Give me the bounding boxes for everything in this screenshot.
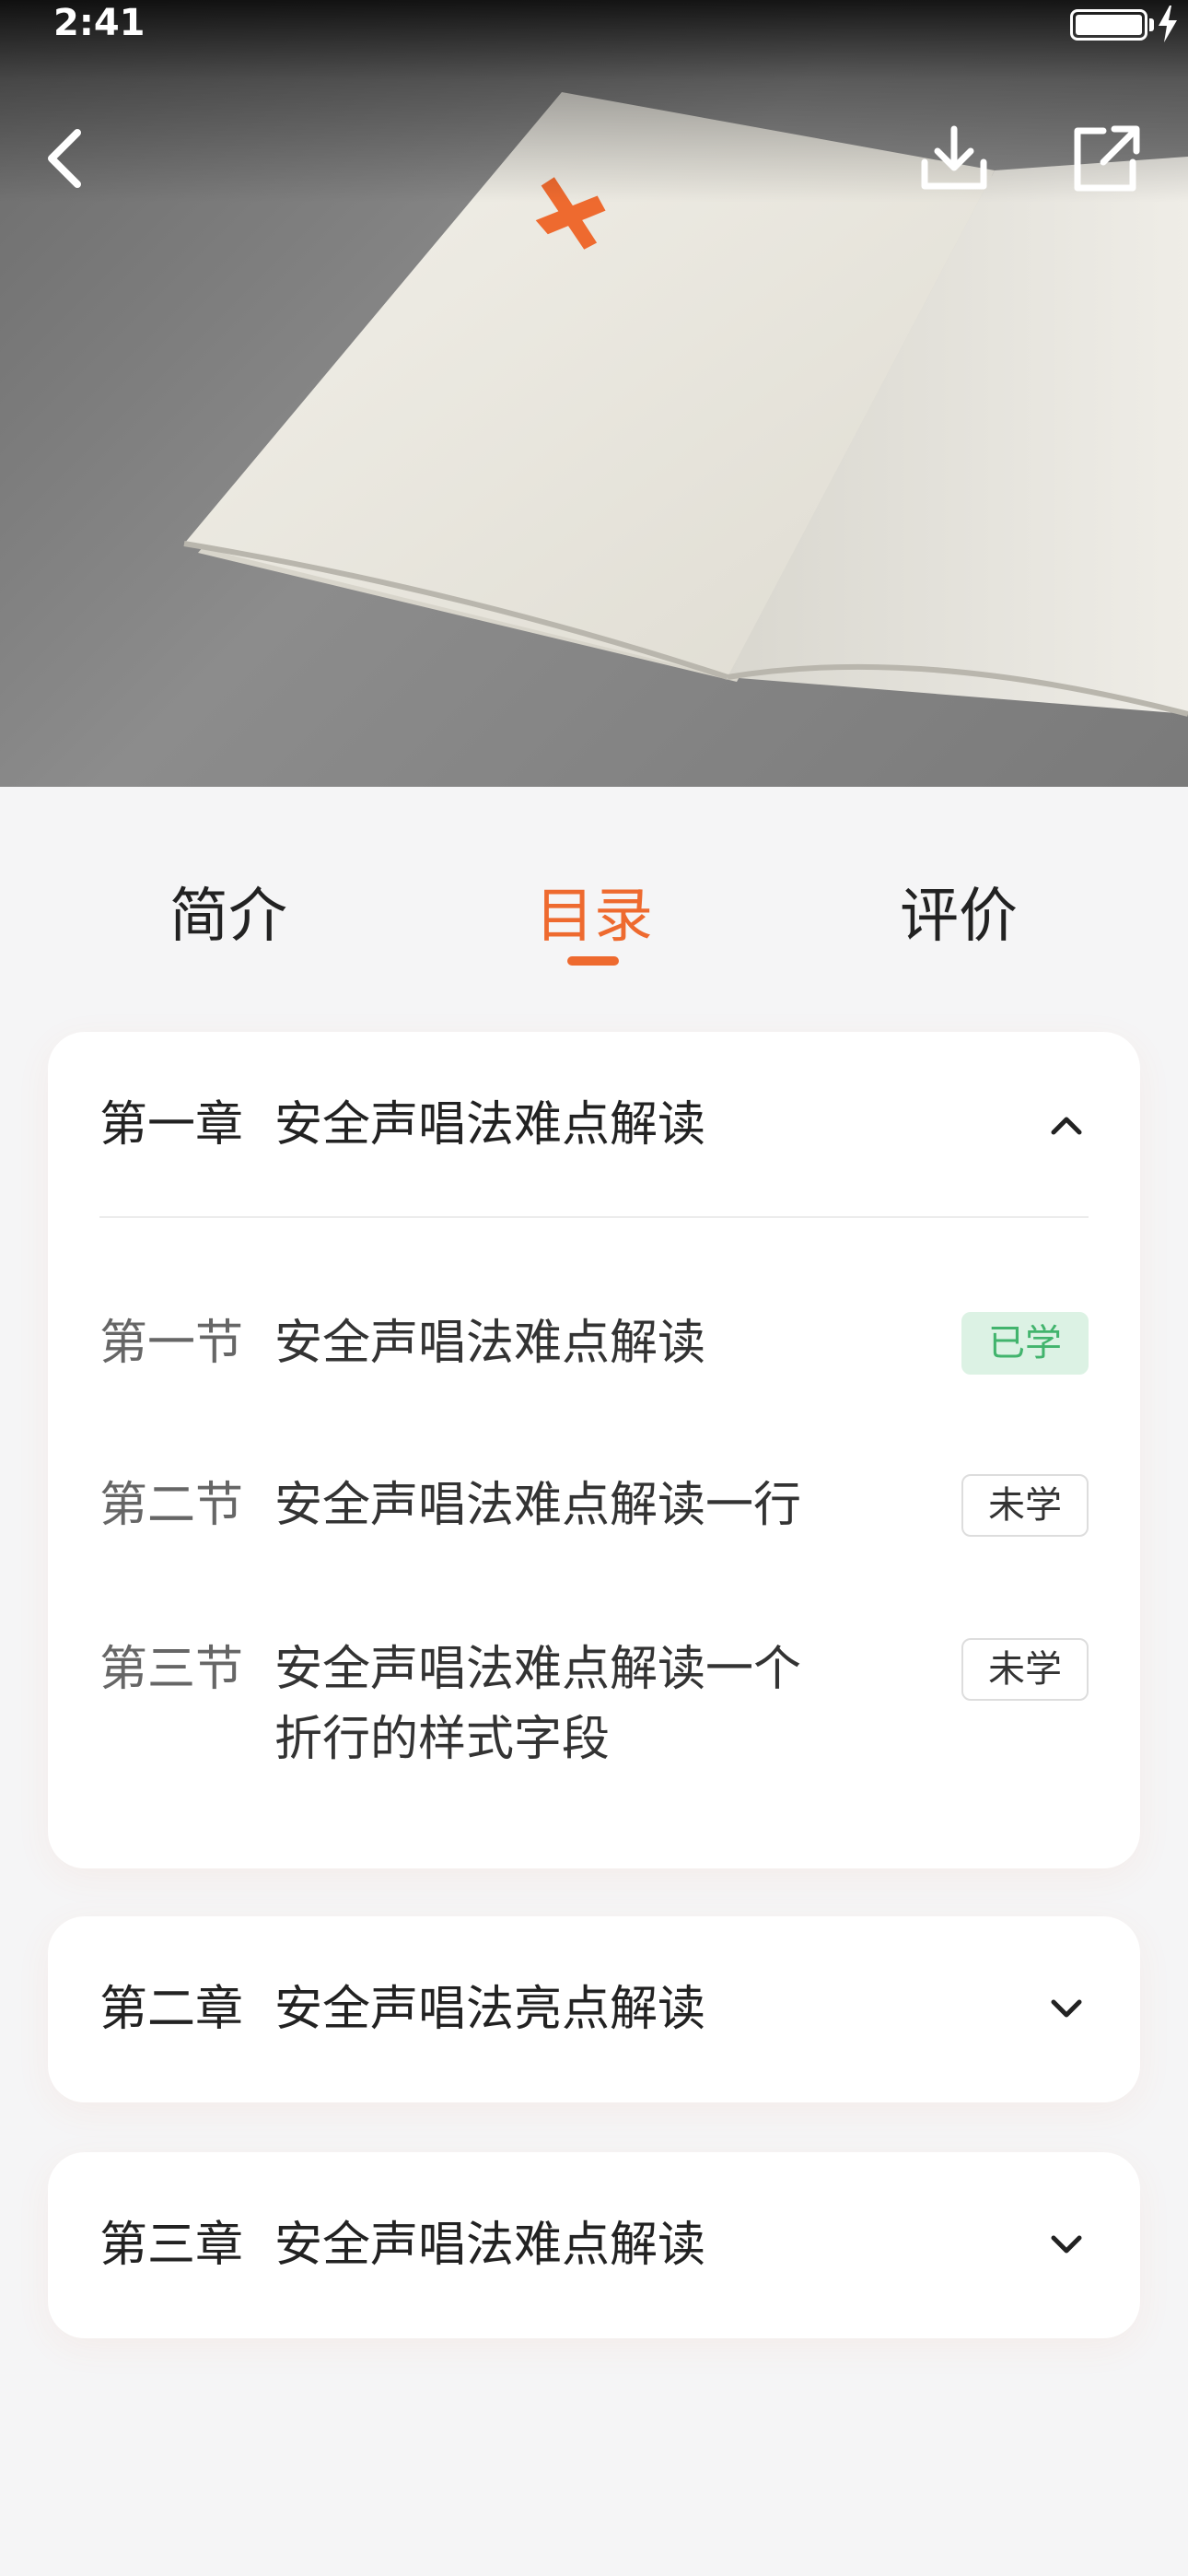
section-item[interactable]: 第一节 安全声唱法难点解读 已学 bbox=[99, 1308, 1089, 1419]
tab-intro[interactable]: 简介 bbox=[90, 866, 367, 977]
chapter-header[interactable]: 第二章 安全声唱法亮点解读 bbox=[99, 1916, 1089, 2102]
section-title: 安全声唱法难点解读 bbox=[274, 1316, 706, 1371]
chapter-card[interactable]: 第二章 安全声唱法亮点解读 bbox=[48, 1916, 1140, 2102]
status-badge-learned: 已学 bbox=[961, 1312, 1089, 1375]
chapter-label: 第二章 bbox=[99, 1982, 244, 2037]
back-icon[interactable] bbox=[28, 118, 109, 199]
chapter-title: 安全声唱法亮点解读 bbox=[274, 1982, 706, 2037]
chapter-card[interactable]: 第三章 安全声唱法难点解读 bbox=[48, 2152, 1140, 2338]
battery-tip bbox=[1149, 18, 1154, 31]
share-icon[interactable] bbox=[1066, 118, 1147, 199]
charging-icon bbox=[1159, 6, 1177, 42]
status-time: 2:41 bbox=[53, 2, 146, 44]
download-icon[interactable] bbox=[914, 118, 995, 199]
chapter-label: 第三章 bbox=[99, 2218, 244, 2273]
course-catalog-page: 2:41 简介 目录 评价 第一章 安全声唱法难点解读 第一节 安全声唱法难点解… bbox=[0, 0, 1188, 2576]
tab-review[interactable]: 评价 bbox=[821, 866, 1097, 977]
hero-top-shade bbox=[0, 0, 1188, 203]
section-title: 安全声唱法难点解读一个折行的样式字段 bbox=[274, 1642, 802, 1767]
course-cover bbox=[0, 0, 1188, 787]
section-label: 第一节 bbox=[99, 1316, 244, 1371]
chevron-up-icon[interactable] bbox=[1044, 1103, 1089, 1147]
status-badge-unlearned: 未学 bbox=[961, 1638, 1089, 1701]
chapter-title: 安全声唱法难点解读 bbox=[274, 2218, 706, 2273]
active-tab-indicator bbox=[567, 956, 619, 966]
chapter-header[interactable]: 第一章 安全声唱法难点解读 bbox=[99, 1032, 1089, 1218]
chapter-label: 第一章 bbox=[99, 1097, 244, 1153]
status-badge-unlearned: 未学 bbox=[961, 1474, 1089, 1537]
chevron-down-icon[interactable] bbox=[1044, 1987, 1089, 2032]
section-title: 安全声唱法难点解读一行 bbox=[274, 1478, 802, 1533]
section-item[interactable]: 第二节 安全声唱法难点解读一行 未学 bbox=[99, 1470, 1089, 1581]
section-label: 第二节 bbox=[99, 1478, 244, 1533]
battery-icon bbox=[1070, 9, 1147, 41]
divider bbox=[99, 1216, 1089, 1218]
section-label: 第三节 bbox=[99, 1642, 244, 1697]
section-item[interactable]: 第三节 安全声唱法难点解读一个折行的样式字段 未学 bbox=[99, 1634, 1089, 1800]
chapter-card: 第一章 安全声唱法难点解读 第一节 安全声唱法难点解读 已学 第二节 安全声唱法… bbox=[48, 1032, 1140, 1868]
chapter-title: 安全声唱法难点解读 bbox=[274, 1097, 706, 1153]
chapter-header[interactable]: 第三章 安全声唱法难点解读 bbox=[99, 2152, 1089, 2338]
chevron-down-icon[interactable] bbox=[1044, 2223, 1089, 2267]
